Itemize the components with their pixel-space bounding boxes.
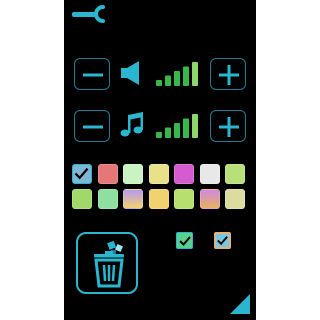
music-volume-plus-button[interactable] xyxy=(210,110,246,142)
level-bar xyxy=(174,71,180,86)
color-swatch[interactable] xyxy=(199,164,220,184)
checkmark-icon xyxy=(178,235,191,246)
trash-button[interactable] xyxy=(76,232,138,294)
level-bar xyxy=(192,62,198,86)
trash-icon xyxy=(94,240,124,288)
color-swatch[interactable] xyxy=(174,164,194,184)
music-volume-minus-button[interactable] xyxy=(74,110,110,142)
color-swatch[interactable] xyxy=(97,189,118,209)
option-orange-checkbox[interactable] xyxy=(214,232,231,249)
color-swatch[interactable] xyxy=(225,164,245,184)
color-swatch[interactable] xyxy=(225,189,245,209)
level-bar xyxy=(183,118,189,138)
level-bar xyxy=(183,66,189,86)
music-note-icon xyxy=(119,111,145,139)
level-bar xyxy=(165,127,171,138)
color-swatch[interactable] xyxy=(199,189,220,209)
color-palette xyxy=(72,164,252,216)
color-swatch[interactable] xyxy=(148,189,169,209)
level-bar xyxy=(174,123,180,138)
color-swatch[interactable] xyxy=(174,189,194,209)
option-green-checkbox[interactable] xyxy=(176,232,193,249)
wrench-icon[interactable] xyxy=(70,4,110,24)
speaker-icon xyxy=(119,59,145,87)
color-swatch[interactable] xyxy=(123,164,143,184)
color-swatch[interactable] xyxy=(123,189,143,209)
level-bar xyxy=(165,75,171,86)
sound-volume-minus-button[interactable] xyxy=(74,58,110,90)
color-swatch[interactable] xyxy=(72,164,92,184)
level-bar xyxy=(156,80,162,86)
level-bar xyxy=(156,132,162,138)
app-screen xyxy=(64,0,256,320)
sound-level-bars[interactable] xyxy=(154,60,200,86)
color-swatch[interactable] xyxy=(72,189,92,209)
resize-corner-icon[interactable] xyxy=(228,292,252,316)
color-swatch[interactable] xyxy=(97,164,118,184)
level-bar xyxy=(192,114,198,138)
checkmark-icon xyxy=(74,167,89,180)
sound-volume-plus-button[interactable] xyxy=(210,58,246,90)
color-swatch[interactable] xyxy=(148,164,169,184)
music-level-bars[interactable] xyxy=(154,112,200,138)
checkmark-icon xyxy=(217,236,228,246)
